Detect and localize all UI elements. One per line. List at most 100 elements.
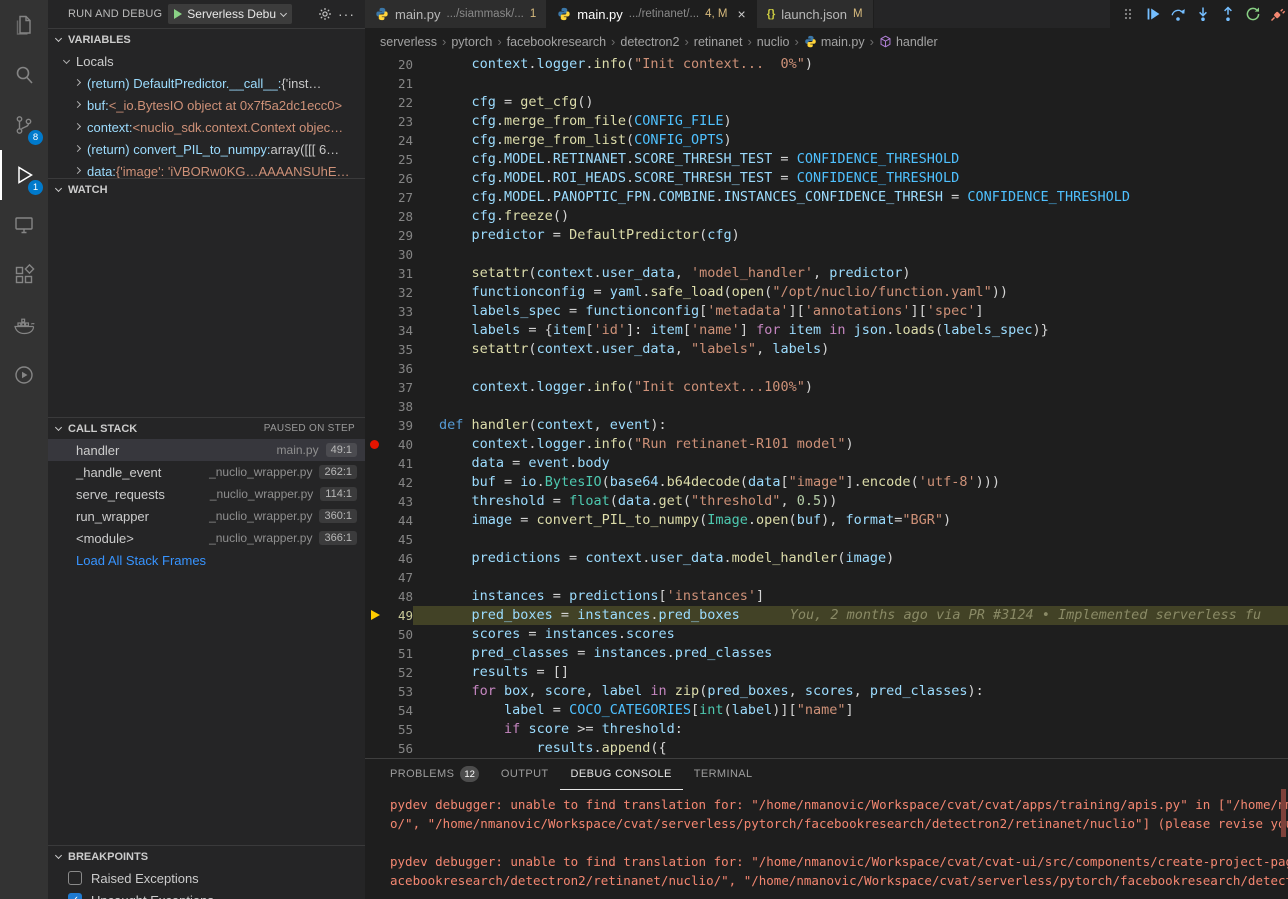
- variable-row[interactable]: (return) convert_PIL_to_numpy: array([[[…: [48, 138, 365, 160]
- code-text[interactable]: cfg.MODEL.RETINANET.SCORE_THRESH_TEST = …: [413, 150, 1288, 169]
- code-text[interactable]: functionconfig = yaml.safe_load(open("/o…: [413, 283, 1288, 302]
- gutter-space[interactable]: [365, 739, 387, 758]
- code-text[interactable]: results = []: [413, 663, 1288, 682]
- panel-tab-output[interactable]: OUTPUT: [490, 759, 560, 790]
- activity-bar-item-run-and-debug[interactable]: 1: [0, 150, 48, 200]
- code-text[interactable]: buf = io.BytesIO(base64.b64decode(data["…: [413, 473, 1288, 492]
- editor-tab[interactable]: main.py.../retinanet/...4, M×: [547, 0, 756, 28]
- code-text[interactable]: setattr(context.user_data, "labels", lab…: [413, 340, 1288, 359]
- breadcrumb-item[interactable]: detectron2: [620, 35, 679, 49]
- gutter-space[interactable]: [365, 112, 387, 131]
- gutter-space[interactable]: [365, 625, 387, 644]
- gear-icon[interactable]: [318, 7, 332, 21]
- activity-bar-item-search[interactable]: [0, 50, 48, 100]
- code-text[interactable]: pred_classes = instances.pred_classes: [413, 644, 1288, 663]
- code-text[interactable]: cfg.freeze(): [413, 207, 1288, 226]
- restart-button[interactable]: [1245, 5, 1261, 23]
- gutter-space[interactable]: [365, 131, 387, 150]
- stack-frame-row[interactable]: handlermain.py49:1: [48, 439, 365, 461]
- start-debugging-icon[interactable]: [174, 9, 182, 19]
- code-text[interactable]: labels = {item['id']: item['name'] for i…: [413, 321, 1288, 340]
- code-text[interactable]: instances = predictions['instances']: [413, 587, 1288, 606]
- activity-bar-item-test-explorer[interactable]: [0, 350, 48, 400]
- breadcrumb-item[interactable]: main.py: [804, 35, 865, 49]
- launch-config-dropdown[interactable]: Serverless Debu: [168, 4, 292, 24]
- breakpoint-row[interactable]: Raised Exceptions: [48, 867, 365, 889]
- gutter-space[interactable]: [365, 340, 387, 359]
- chevron-right-icon[interactable]: [74, 122, 81, 129]
- code-text[interactable]: cfg = get_cfg(): [413, 93, 1288, 112]
- activity-bar-item-extensions[interactable]: [0, 250, 48, 300]
- code-text[interactable]: [413, 245, 1288, 264]
- breadcrumb-item[interactable]: handler: [879, 35, 938, 49]
- code-text[interactable]: [413, 74, 1288, 93]
- chevron-right-icon[interactable]: [74, 144, 81, 151]
- scrollbar-error-marker[interactable]: [1281, 789, 1286, 837]
- load-all-stack-frames-link[interactable]: Load All Stack Frames: [48, 549, 365, 571]
- code-text[interactable]: cfg.MODEL.PANOPTIC_FPN.COMBINE.INSTANCES…: [413, 188, 1288, 207]
- stack-frame-row[interactable]: <module>_nuclio_wrapper.py366:1: [48, 527, 365, 549]
- gutter-space[interactable]: [365, 359, 387, 378]
- variable-row[interactable]: context: <nuclio_sdk.context.Context obj…: [48, 116, 365, 138]
- gutter-space[interactable]: [365, 416, 387, 435]
- code-text[interactable]: predictor = DefaultPredictor(cfg): [413, 226, 1288, 245]
- gutter-space[interactable]: [365, 473, 387, 492]
- checkbox-checked[interactable]: ✓: [68, 893, 82, 899]
- stack-frame-row[interactable]: serve_requests_nuclio_wrapper.py114:1: [48, 483, 365, 505]
- gutter-space[interactable]: [365, 321, 387, 340]
- activity-bar-item-source-control[interactable]: 8: [0, 100, 48, 150]
- gutter-space[interactable]: [365, 530, 387, 549]
- close-icon[interactable]: ×: [738, 7, 746, 21]
- code-text[interactable]: for box, score, label in zip(pred_boxes,…: [413, 682, 1288, 701]
- code-text[interactable]: context.logger.info("Init context...100%…: [413, 378, 1288, 397]
- variable-row[interactable]: data: {'image': 'iVBORw0KG…AAAANSUhE…: [48, 160, 365, 178]
- breadcrumb-item[interactable]: pytorch: [451, 35, 492, 49]
- code-text[interactable]: context.logger.info("Init context... 0%"…: [413, 55, 1288, 74]
- checkbox-unchecked[interactable]: [68, 871, 82, 885]
- watch-section-header[interactable]: WATCH: [48, 178, 365, 200]
- gutter-space[interactable]: [365, 587, 387, 606]
- step-over-button[interactable]: [1170, 5, 1186, 23]
- gutter-space[interactable]: [365, 568, 387, 587]
- panel-tab-terminal[interactable]: TERMINAL: [683, 759, 764, 790]
- more-actions-icon[interactable]: ···: [338, 9, 355, 19]
- disconnect-button[interactable]: [1270, 5, 1286, 23]
- continue-button[interactable]: [1145, 5, 1161, 23]
- gutter-space[interactable]: [365, 150, 387, 169]
- editor-tab[interactable]: {}launch.jsonM: [757, 0, 874, 28]
- chevron-right-icon[interactable]: [74, 166, 81, 173]
- breakpoints-section-header[interactable]: BREAKPOINTS: [48, 845, 365, 867]
- scope-locals[interactable]: Locals: [48, 50, 365, 72]
- gutter-space[interactable]: [365, 682, 387, 701]
- variable-row[interactable]: buf: <_io.BytesIO object at 0x7f5a2dc1ec…: [48, 94, 365, 116]
- code-text[interactable]: cfg.merge_from_file(CONFIG_FILE): [413, 112, 1288, 131]
- code-text[interactable]: [413, 397, 1288, 416]
- chevron-right-icon[interactable]: [74, 78, 81, 85]
- gutter-space[interactable]: [365, 169, 387, 188]
- code-text[interactable]: data = event.body: [413, 454, 1288, 473]
- breakpoint-icon[interactable]: [365, 435, 387, 454]
- gutter-space[interactable]: [365, 492, 387, 511]
- gutter-space[interactable]: [365, 245, 387, 264]
- chevron-right-icon[interactable]: [74, 100, 81, 107]
- breadcrumb-item[interactable]: nuclio: [757, 35, 790, 49]
- gutter-space[interactable]: [365, 397, 387, 416]
- panel-tab-problems[interactable]: PROBLEMS12: [379, 759, 490, 790]
- code-text[interactable]: setattr(context.user_data, 'model_handle…: [413, 264, 1288, 283]
- code-text[interactable]: [413, 568, 1288, 587]
- gutter-space[interactable]: [365, 264, 387, 283]
- gutter-space[interactable]: [365, 663, 387, 682]
- gutter-space[interactable]: [365, 454, 387, 473]
- code-text[interactable]: label = COCO_CATEGORIES[int(label)]["nam…: [413, 701, 1288, 720]
- code-text[interactable]: def handler(context, event):: [413, 416, 1288, 435]
- code-text[interactable]: pred_boxes = instances.pred_boxesYou, 2 …: [413, 606, 1288, 625]
- gutter-space[interactable]: [365, 644, 387, 663]
- debug-current-line-arrow-icon[interactable]: [365, 606, 387, 625]
- gutter-space[interactable]: [365, 511, 387, 530]
- toolbar-grip-handle[interactable]: [1120, 5, 1136, 23]
- code-text[interactable]: labels_spec = functionconfig['metadata']…: [413, 302, 1288, 321]
- breadcrumb-item[interactable]: facebookresearch: [507, 35, 606, 49]
- editor-tab[interactable]: main.py.../siammask/...1: [365, 0, 547, 28]
- gutter-space[interactable]: [365, 188, 387, 207]
- code-text[interactable]: [413, 359, 1288, 378]
